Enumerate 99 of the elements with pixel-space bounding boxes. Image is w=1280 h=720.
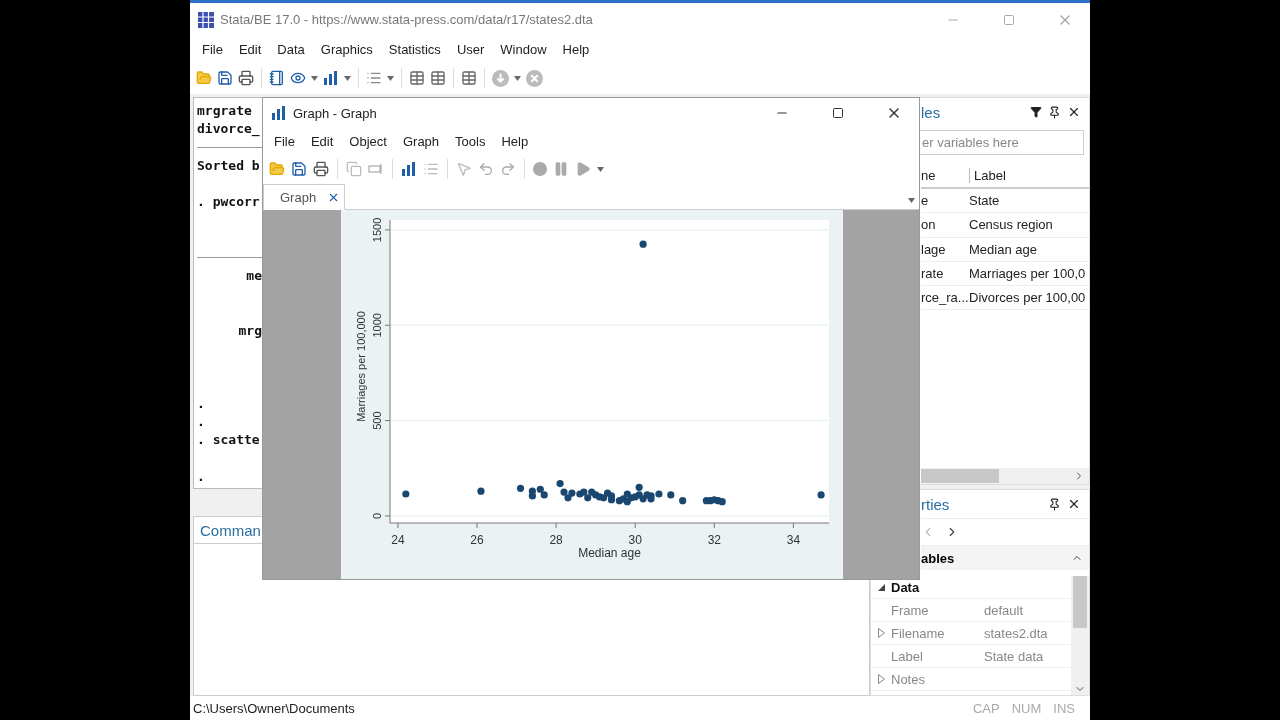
property-value: State data [984,648,1044,664]
caret-icon[interactable] [311,75,318,81]
tick-label: 1000 [371,313,383,338]
bar-chart-icon[interactable] [401,161,417,178]
caret-icon[interactable] [908,198,915,203]
menu-item[interactable]: Statistics [380,38,449,60]
section-title: ables [921,550,955,566]
table-cell: Divorces per 100,00 [969,290,1086,306]
tick-label: 30 [628,533,642,547]
menu-item[interactable]: File [266,131,303,153]
panel-title: rties [921,495,951,513]
tick-label: 500 [371,411,383,430]
status-indicator: INS [1053,700,1075,716]
tick-label: 24 [391,533,405,547]
save-icon[interactable] [291,161,307,178]
list-icon[interactable] [366,70,382,86]
print-icon[interactable] [238,70,254,86]
panel-title: Comman [200,521,261,539]
table-cell-text: on [921,217,937,233]
results-line: . [197,467,205,486]
table-cell: Median age [969,241,1037,257]
panel-title: les [921,103,942,121]
table-cell-text: rate [921,266,945,282]
results-line: . [197,394,205,413]
column-header: ne [921,167,937,183]
status-indicator: NUM [1011,700,1042,716]
results-line: Sorted b [197,156,260,175]
table-cell-text: lage [921,241,947,257]
caret-icon[interactable] [597,166,604,172]
menu-item[interactable]: Data [269,38,313,60]
eye-icon[interactable] [290,70,306,86]
app-icon [198,11,214,28]
property-value: states2.dta [984,625,1048,641]
table-cell-text: e [921,193,930,209]
tick-label: 28 [549,533,563,547]
column-header: Label [969,167,1006,183]
table-icon[interactable] [430,70,446,86]
results-line: mrgrate [197,102,252,120]
collapse-icon[interactable] [877,583,885,591]
group-label: Data [891,579,921,595]
tick-label: 1500 [371,217,383,243]
pin-icon[interactable] [1048,497,1061,511]
property-name: Label [891,648,924,664]
menu-item[interactable]: User [448,38,493,60]
close-icon[interactable] [1067,497,1081,511]
property-name: Frame [891,602,930,618]
results-line: . [197,413,205,432]
scroll-thumb[interactable] [1073,576,1087,628]
tick-label: 26 [470,533,484,547]
menu-item[interactable]: Help [493,131,537,153]
table-icon[interactable] [461,70,477,86]
caret-icon[interactable] [344,75,351,81]
caret-icon[interactable] [387,75,394,81]
menu-item[interactable]: Window [492,38,555,60]
property-value: default [984,602,1024,618]
results-line: me [245,266,262,285]
menu-item[interactable]: Object [341,131,395,153]
results-line: . pwcorr [197,193,260,212]
table-cell: Marriages per 100,0 [969,266,1086,282]
notebook-icon[interactable] [269,70,285,86]
property-name: Notes [891,671,926,687]
graph-icon[interactable] [271,105,287,122]
caret-icon[interactable] [514,75,521,81]
menu-item[interactable]: File [194,38,231,60]
results-line: divorce_ [197,120,260,139]
menu-item[interactable]: Help [554,38,598,60]
table-cell: rce_ra... [921,290,969,306]
save-icon[interactable] [217,70,233,86]
menu-item[interactable]: Graphics [312,38,381,60]
tick-label: 32 [707,533,721,547]
filter-icon[interactable] [1030,106,1042,118]
menu-item[interactable]: Edit [302,131,342,153]
expand-icon[interactable] [877,674,885,684]
maximize-icon[interactable] [832,107,844,120]
axis-title: Marriages per 100,000 [355,311,367,422]
status-path: C:\Users\Owner\Documents [193,700,356,716]
menu-item[interactable]: Graph [394,131,448,153]
expand-icon[interactable] [877,628,885,638]
window-title: Graph - Graph [293,105,378,121]
window-title: Stata/BE 17.0 - https://www.stata-press.com/data/r17/states2.dta [220,12,594,27]
status-indicator: CAP [973,700,1000,716]
filter-field[interactable]: er variables here [917,130,1084,155]
pin-icon[interactable] [1048,105,1061,119]
results-line: mrg [237,321,262,340]
tick-label: 34 [786,533,801,547]
results-line: . scatte [197,431,260,450]
print-icon[interactable] [313,161,329,178]
tick-label: 0 [371,512,383,519]
table-cell: Census region [969,217,1053,233]
graph-tab[interactable]: Graph [263,184,345,210]
menu-item[interactable]: Tools [447,131,494,153]
close-icon[interactable] [1067,105,1081,119]
scroll-thumb[interactable] [921,469,999,483]
table-icon[interactable] [409,70,425,86]
bar-chart-icon[interactable] [323,70,339,86]
axis-title: Median age [578,546,641,560]
menu-item[interactable]: Edit [230,38,270,60]
property-name: Filename [891,625,946,641]
table-cell: State [969,193,1000,209]
